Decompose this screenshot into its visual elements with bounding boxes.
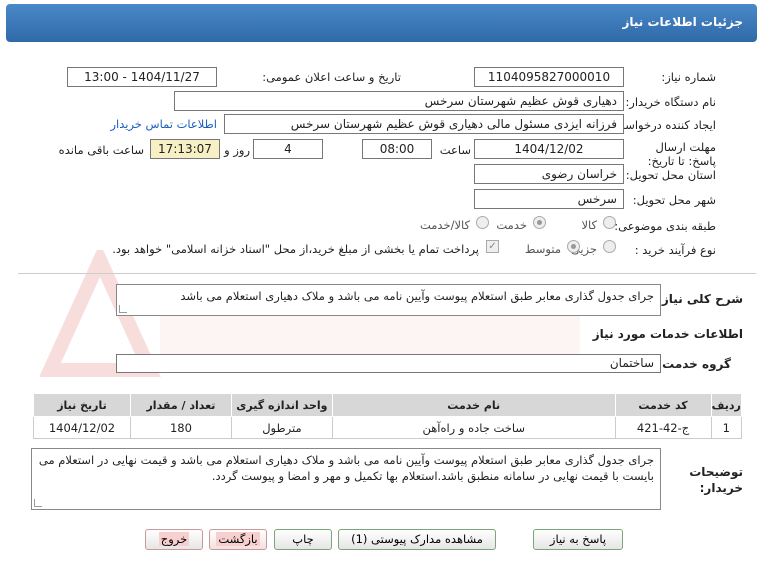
print-button[interactable]: چاپ [274, 529, 332, 550]
cell-row: 1 [710, 416, 742, 439]
need-number-field: 1104095827000010 [474, 67, 624, 87]
category-radio-goods-service[interactable] [476, 216, 489, 229]
table-header-row: ردیف کد خدمت نام خدمت واحد اندازه گیری ت… [33, 393, 742, 417]
buyer-notes-text: جرای جدول گذاری معابر طبق استعلام پیوست … [38, 453, 654, 483]
cell-service-name: ساخت جاده و راه‌آهن [331, 416, 616, 439]
col-need-date: تاریخ نیاز [33, 393, 131, 417]
resize-handle[interactable] [119, 305, 127, 313]
category-radio-service[interactable] [533, 216, 546, 229]
col-row: ردیف [710, 393, 742, 417]
cell-quantity: 180 [129, 416, 232, 439]
exit-button[interactable]: خروج [145, 529, 203, 550]
province-field: خراسان رضوی [474, 164, 624, 184]
purchase-option-medium: متوسط [524, 242, 561, 256]
back-button[interactable]: بازگشت [209, 529, 267, 550]
city-field: سرخس [474, 189, 624, 209]
creator-field: فرزانه ایزدی مسئول مالی دهیاری قوش عظیم … [224, 114, 624, 134]
back-button-label: بازگشت [216, 532, 260, 546]
days-label: روز و [224, 143, 250, 157]
need-number-label: شماره نیاز: [661, 70, 716, 84]
remaining-label: ساعت باقی مانده [58, 143, 144, 157]
purchase-radio-medium[interactable] [567, 240, 580, 253]
view-attachments-button[interactable]: مشاهده مدارک پیوستی (1) [338, 529, 496, 550]
col-unit: واحد اندازه گیری [230, 393, 333, 417]
category-radio-goods[interactable] [603, 216, 616, 229]
page-title: جزئیات اطلاعات نیاز [622, 15, 743, 29]
col-service-name: نام خدمت [331, 393, 616, 417]
buyer-notes-textarea[interactable]: جرای جدول گذاری معابر طبق استعلام پیوست … [31, 448, 661, 510]
buyer-org-label: نام دستگاه خریدار: [625, 95, 716, 109]
creator-label: ایجاد کننده درخواست: [610, 118, 716, 132]
remaining-time-field: 17:13:07 [150, 139, 220, 159]
treasury-checkbox[interactable]: ✓ [486, 240, 499, 253]
summary-textarea[interactable]: جرای جدول گذاری معابر طبق استعلام پیوست … [116, 284, 661, 316]
page-header: جزئیات اطلاعات نیاز [6, 4, 757, 42]
category-option-service: خدمت [496, 218, 527, 232]
section-divider [18, 273, 756, 274]
deadline-date-field: 1404/12/02 [474, 139, 624, 159]
payment-note: پرداخت تمام یا بخشی از مبلغ خرید،از محل … [112, 242, 479, 256]
category-option-goods-service: کالا/خدمت [419, 218, 470, 232]
buyer-notes-label: توضیحات خریدار: [689, 465, 743, 495]
service-group-field: ساختمان [116, 354, 661, 373]
days-field: 4 [253, 139, 323, 159]
purchase-type-label: نوع فرآیند خرید : [634, 243, 716, 257]
buyer-contact-link[interactable]: اطلاعات تماس خریدار [110, 117, 217, 131]
exit-button-label: خروج [158, 532, 190, 546]
cell-need-date: 1404/12/02 [33, 416, 131, 439]
table-row[interactable]: 1 ج-42-421 ساخت جاده و راه‌آهن مترطول 18… [33, 416, 742, 439]
purchase-radio-minor[interactable] [603, 240, 616, 253]
cell-unit: مترطول [230, 416, 333, 439]
resize-handle[interactable] [34, 499, 42, 507]
services-section-title: اطلاعات خدمات مورد نیاز [592, 327, 743, 341]
summary-label: شرح کلی نیاز: [657, 292, 743, 306]
announce-datetime-field: 1404/11/27 - 13:00 [67, 67, 217, 87]
respond-button[interactable]: پاسخ به نیاز [533, 529, 623, 550]
col-service-code: کد خدمت [614, 393, 712, 417]
category-label: طبقه بندی موضوعی: [614, 219, 716, 233]
announce-label: تاریخ و ساعت اعلان عمومی: [262, 70, 401, 84]
city-label: شهر محل تحویل: [632, 193, 716, 207]
buyer-org-field: دهیاری قوش عظیم شهرستان سرخس [174, 91, 624, 111]
cell-service-code: ج-42-421 [614, 416, 712, 439]
deadline-time-field: 08:00 [362, 139, 432, 159]
summary-text: جرای جدول گذاری معابر طبق استعلام پیوست … [180, 289, 654, 303]
deadline-time-label: ساعت [439, 143, 471, 157]
province-label: استان محل تحویل: [625, 168, 716, 182]
services-table: ردیف کد خدمت نام خدمت واحد اندازه گیری ت… [33, 393, 742, 439]
service-group-label: گروه خدمت: [657, 357, 731, 371]
category-option-goods: کالا [581, 218, 597, 232]
deadline-label: مهلت ارسال پاسخ: تا تاریخ: [647, 140, 716, 168]
col-quantity: تعداد / مقدار [129, 393, 232, 417]
